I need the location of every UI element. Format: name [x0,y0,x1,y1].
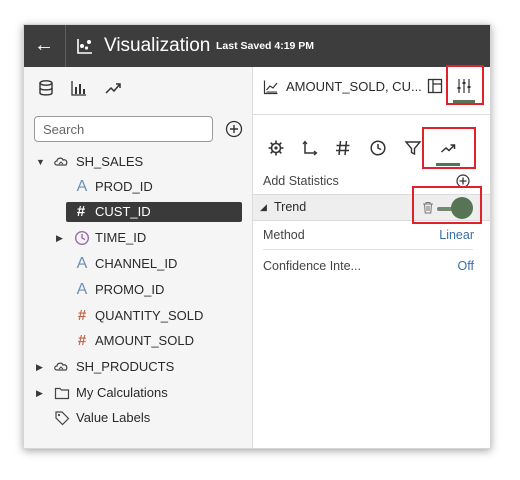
collapsed-arrow-icon[interactable]: ▶ [36,382,46,404]
properties-panel: AMOUNT_SOLD, CU... Add Statistics ◢ Tren… [253,65,490,448]
method-value[interactable]: Linear [439,225,474,245]
divider [253,114,490,115]
axis-icon[interactable] [301,139,319,157]
selected-field-name[interactable]: AMOUNT_SOLD, CU... [286,78,422,96]
visualization-panel: ← Visualization Last Saved 4:19 PM Searc… [23,24,491,449]
tree-item-label: QUANTITY_SOLD [95,308,204,323]
tree-item-channel-id[interactable]: A CHANNEL_ID [72,253,242,275]
tree-item-quantity-sold[interactable]: # QUANTITY_SOLD [72,305,242,327]
search-input[interactable] [34,116,213,142]
database-icon [54,157,68,166]
tree-item-prod-id[interactable]: A PROD_ID [72,176,242,198]
tree-item-label: AMOUNT_SOLD [95,333,194,348]
tree-item-amount-sold[interactable]: # AMOUNT_SOLD [72,330,242,352]
divider [263,249,473,250]
tree-item-label: TIME_ID [95,230,147,245]
panel-header: ← Visualization Last Saved 4:19 PM [24,25,490,67]
clock-icon[interactable] [369,139,387,157]
database-icon [54,362,68,371]
highlight-box [446,65,484,105]
tree-item-label: Value Labels [76,410,151,425]
expanded-arrow-icon[interactable]: ◢ [260,195,267,220]
tree-item-label: CUST_ID [95,204,151,219]
tree-item-cust-id[interactable]: # CUST_ID [66,202,242,222]
data-panel: ▼ SH_SALES A PROD_ID # CUST_ID ▶ TIME_ID [24,67,253,448]
tree-item-value-labels[interactable]: Value Labels [54,407,244,429]
method-row[interactable]: Method Linear [253,225,490,245]
tree-item-label: CHANNEL_ID [95,256,178,271]
header-divider [65,25,66,67]
highlight-box [412,186,482,224]
add-statistics-label: Add Statistics [263,174,339,188]
tree-item-time-id[interactable]: ▶ TIME_ID [56,227,246,249]
last-saved-status: Last Saved 4:19 PM [216,40,315,52]
confidence-value[interactable]: Off [458,256,474,276]
tree-item-my-calculations[interactable]: ▶ My Calculations [36,382,236,404]
tree-item-label: My Calculations [76,385,168,400]
back-button[interactable]: ← [33,34,55,56]
layout-icon[interactable] [427,78,443,94]
filter-icon[interactable] [404,139,422,157]
method-label: Method [263,228,305,242]
highlight-box [422,127,476,169]
tree-item-sh-sales[interactable]: ▼ SH_SALES [36,151,236,173]
tree-item-sh-products[interactable]: ▶ SH_PRODUCTS [36,356,236,378]
attribute-icon: A [76,281,88,298]
bar-chart-icon[interactable] [70,79,88,97]
line-chart-icon [263,80,278,95]
measure-icon: # [76,203,86,220]
trend-section-label: Trend [274,200,307,214]
collapsed-arrow-icon[interactable]: ▶ [36,356,46,378]
tree-item-label: SH_SALES [76,154,144,169]
tag-icon [55,411,70,426]
folder-icon [54,387,70,400]
tree-item-label: SH_PRODUCTS [76,359,175,374]
collapsed-arrow-icon[interactable]: ▶ [56,227,66,249]
trend-icon[interactable] [104,79,122,97]
measure-icon: # [77,307,87,324]
expanded-arrow-icon[interactable]: ▼ [36,151,46,173]
confidence-row[interactable]: Confidence Inte... Off [253,256,490,276]
page-title: Visualization [104,35,211,56]
arrow-left-icon: ← [34,34,54,56]
data-icon[interactable] [37,79,55,97]
hash-icon[interactable] [334,139,352,157]
clock-icon [74,230,90,246]
gear-icon[interactable] [267,139,285,157]
add-icon[interactable] [225,120,243,138]
tree-item-label: PROMO_ID [95,282,165,297]
tree-item-label: PROD_ID [95,179,153,194]
attribute-icon: A [76,178,88,195]
measure-icon: # [77,332,87,349]
attribute-icon: A [76,255,88,272]
confidence-label: Confidence Inte... [263,259,361,273]
tree-item-promo-id[interactable]: A PROMO_ID [72,279,242,301]
visualization-icon [77,39,92,54]
